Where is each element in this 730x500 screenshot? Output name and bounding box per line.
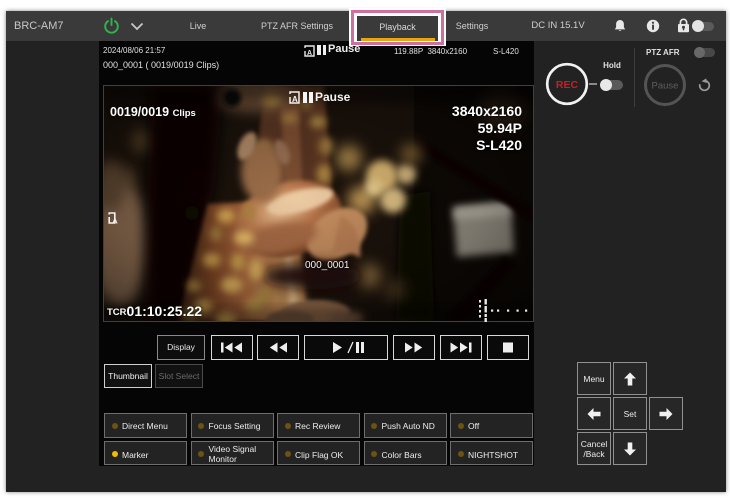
svg-text:REC: REC <box>556 79 579 91</box>
svg-text:A: A <box>307 50 312 57</box>
svg-text:Pause: Pause <box>652 81 679 92</box>
svg-text:A: A <box>292 95 298 104</box>
svg-text:A: A <box>112 216 118 224</box>
